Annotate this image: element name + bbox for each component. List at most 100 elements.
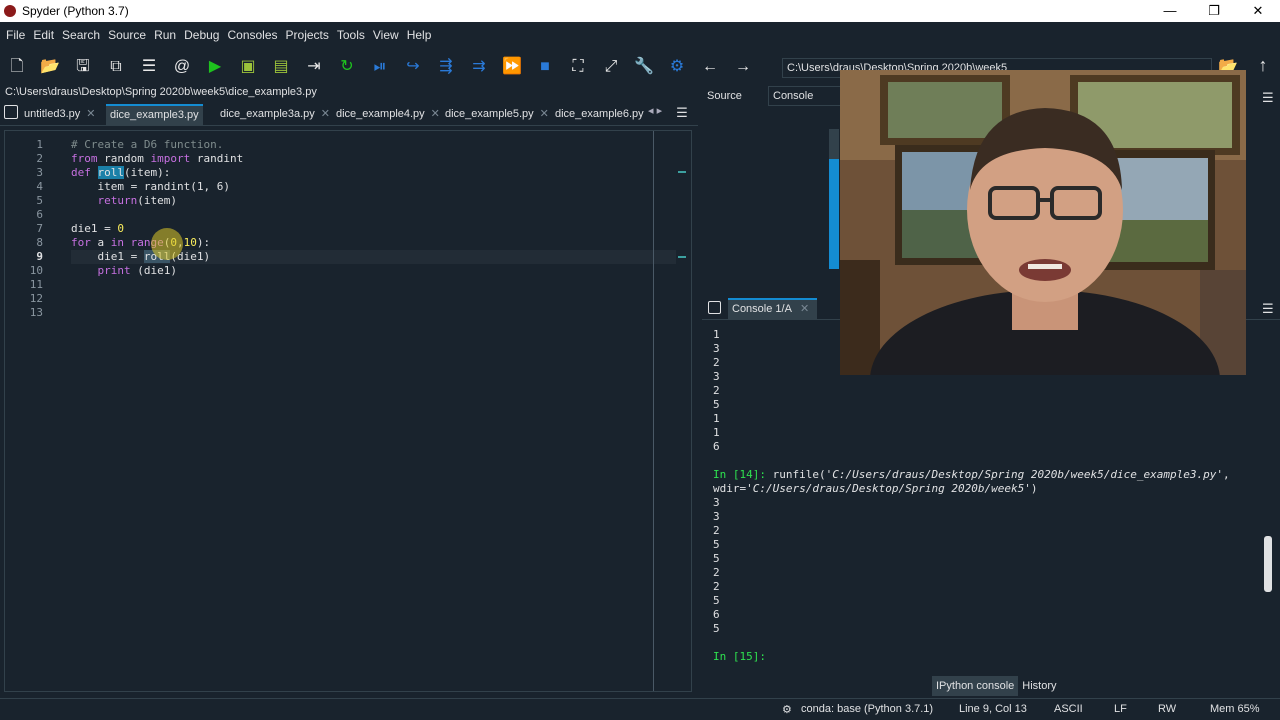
line-number: 3 bbox=[36, 166, 43, 179]
tab-label: dice_example5.py bbox=[445, 108, 534, 120]
scroll-marker bbox=[678, 256, 686, 258]
forward-icon[interactable]: → bbox=[732, 56, 754, 78]
status-eol: LF bbox=[1114, 703, 1127, 715]
tab-dice-example4[interactable]: dice_example4.py ✕ bbox=[336, 104, 440, 125]
minimize-button[interactable]: — bbox=[1148, 0, 1192, 22]
output-line: 2 bbox=[713, 580, 720, 593]
run-selection-icon[interactable]: ⇥ bbox=[303, 56, 325, 78]
new-file-icon[interactable]: 🗋 bbox=[6, 56, 28, 78]
source-label: Source bbox=[707, 90, 742, 102]
code-line-8: for a in range(0,10): bbox=[71, 236, 211, 249]
line-number: 4 bbox=[36, 180, 43, 193]
debug-icon[interactable]: ⏯ bbox=[369, 56, 391, 78]
editor-pane: untitled3.py ✕ dice_example3.py dice_exam… bbox=[0, 102, 698, 698]
stop-icon[interactable]: ■ bbox=[534, 56, 556, 78]
title-bar: Spyder (Python 3.7) — ❐ ✕ bbox=[0, 0, 1280, 22]
menu-file[interactable]: File bbox=[2, 28, 29, 42]
tab-close-icon[interactable]: ✕ bbox=[800, 303, 809, 315]
tab-dice-example5[interactable]: dice_example5.py ✕ bbox=[445, 104, 549, 125]
preferences-icon[interactable]: 🔧 bbox=[633, 56, 655, 78]
step-into-icon[interactable]: ⇶ bbox=[435, 56, 457, 78]
status-bar: ⚙ conda: base (Python 3.7.1) Line 9, Col… bbox=[0, 698, 1280, 720]
menu-projects[interactable]: Projects bbox=[282, 28, 333, 42]
open-folder-icon[interactable]: 📂 bbox=[39, 56, 61, 78]
step-icon[interactable]: ↪ bbox=[402, 56, 424, 78]
tab-close-icon[interactable]: ✕ bbox=[540, 108, 549, 120]
maximize-pane-icon[interactable]: ⛶ bbox=[567, 56, 589, 78]
menu-run[interactable]: Run bbox=[150, 28, 180, 42]
help-options-menu-icon[interactable]: ☰ bbox=[1262, 90, 1274, 106]
menu-search[interactable]: Search bbox=[58, 28, 104, 42]
tab-dice-example3a[interactable]: dice_example3a.py ✕ bbox=[220, 104, 330, 125]
menu-tools[interactable]: Tools bbox=[333, 28, 369, 42]
menu-consoles[interactable]: Consoles bbox=[223, 28, 281, 42]
output-line: 5 bbox=[713, 398, 720, 411]
output-line: 1 bbox=[713, 426, 720, 439]
back-icon[interactable]: ← bbox=[699, 56, 721, 78]
editor-file-path: C:\Users\draus\Desktop\Spring 2020b\week… bbox=[5, 86, 317, 98]
console-output[interactable]: 1 3 2 3 2 5 1 1 6 In [14]: runfile('C:/U… bbox=[713, 328, 1258, 668]
console-prompt[interactable]: In [15]: bbox=[713, 650, 766, 664]
tab-ipython-console[interactable]: IPython console bbox=[932, 676, 1019, 696]
menu-help[interactable]: Help bbox=[403, 28, 436, 42]
tab-scroll-arrows[interactable]: ◂ ▸ bbox=[648, 104, 662, 124]
save-all-icon[interactable]: ⧉ bbox=[105, 56, 127, 78]
output-line: 6 bbox=[713, 608, 720, 621]
tab-close-icon[interactable]: ✕ bbox=[86, 108, 95, 120]
scroll-thumb[interactable] bbox=[829, 159, 839, 269]
status-encoding: ASCII bbox=[1054, 703, 1083, 715]
browse-consoles-icon[interactable] bbox=[708, 301, 721, 314]
output-line: 3 bbox=[713, 496, 720, 509]
help-scrollbar[interactable] bbox=[829, 129, 839, 269]
tab-label: dice_example3a.py bbox=[220, 108, 315, 120]
line-number-gutter: 1 2 3 4 5 6 7 8 9 10 11 12 13 bbox=[5, 131, 67, 691]
code-line-7: die1 = 0 bbox=[71, 222, 124, 235]
editor-options-menu-icon[interactable]: ☰ bbox=[674, 106, 690, 120]
run-icon[interactable]: ▶ bbox=[204, 56, 226, 78]
fullscreen-icon[interactable]: ⤢ bbox=[600, 56, 622, 78]
code-editor[interactable]: 1 2 3 4 5 6 7 8 9 10 11 12 13 # Create a… bbox=[4, 130, 692, 692]
console-scrollbar[interactable] bbox=[1264, 336, 1272, 666]
python-path-icon[interactable]: ⚙ bbox=[666, 56, 688, 78]
menu-edit[interactable]: Edit bbox=[29, 28, 58, 42]
continue-icon[interactable]: ⏩ bbox=[501, 56, 523, 78]
rerun-icon[interactable]: ↻ bbox=[336, 56, 358, 78]
tab-close-icon[interactable]: ✕ bbox=[321, 108, 330, 120]
close-button[interactable]: ✕ bbox=[1236, 0, 1280, 22]
tab-history[interactable]: History bbox=[1018, 676, 1060, 696]
code-line-2: from random import randint bbox=[71, 152, 244, 165]
line-number-current: 9 bbox=[36, 250, 43, 263]
code-line-5: return(item) bbox=[97, 194, 178, 207]
console-options-menu-icon[interactable]: ☰ bbox=[1262, 301, 1274, 317]
list-icon[interactable]: ☰ bbox=[138, 56, 160, 78]
menu-debug[interactable]: Debug bbox=[180, 28, 223, 42]
output-line: 2 bbox=[713, 524, 720, 537]
run-cell-icon[interactable]: ▣ bbox=[237, 56, 259, 78]
webcam-overlay bbox=[840, 70, 1246, 375]
menu-source[interactable]: Source bbox=[104, 28, 150, 42]
step-return-icon[interactable]: ⇉ bbox=[468, 56, 490, 78]
output-line: 5 bbox=[713, 538, 720, 551]
webcam-picture bbox=[840, 70, 1246, 375]
browse-tabs-icon[interactable] bbox=[4, 105, 18, 119]
runfile-command-cont: wdir='C:/Users/draus/Desktop/Spring 2020… bbox=[713, 482, 1038, 495]
tab-console-1a[interactable]: Console 1/A ✕ bbox=[728, 298, 818, 319]
spyder-app-icon bbox=[4, 5, 16, 17]
save-icon[interactable]: 🖫 bbox=[72, 56, 94, 78]
menu-view[interactable]: View bbox=[369, 28, 403, 42]
scroll-thumb[interactable] bbox=[1264, 536, 1272, 592]
code-line-10: print (die1) bbox=[97, 264, 177, 277]
tab-dice-example6[interactable]: dice_example6.py bbox=[555, 104, 644, 125]
at-icon[interactable]: @ bbox=[171, 56, 193, 78]
parent-directory-icon[interactable]: ↑ bbox=[1252, 55, 1274, 77]
restore-button[interactable]: ❐ bbox=[1192, 0, 1236, 22]
tab-dice-example3[interactable]: dice_example3.py bbox=[106, 104, 203, 125]
tab-close-icon[interactable]: ✕ bbox=[431, 108, 440, 120]
tab-untitled3[interactable]: untitled3.py ✕ bbox=[24, 104, 95, 125]
status-env: conda: base (Python 3.7.1) bbox=[801, 703, 934, 715]
tab-label: untitled3.py bbox=[24, 108, 81, 120]
line-number: 2 bbox=[36, 152, 43, 165]
line-number: 12 bbox=[29, 292, 43, 305]
output-line: 3 bbox=[713, 510, 720, 523]
run-cell-advance-icon[interactable]: ▤ bbox=[270, 56, 292, 78]
